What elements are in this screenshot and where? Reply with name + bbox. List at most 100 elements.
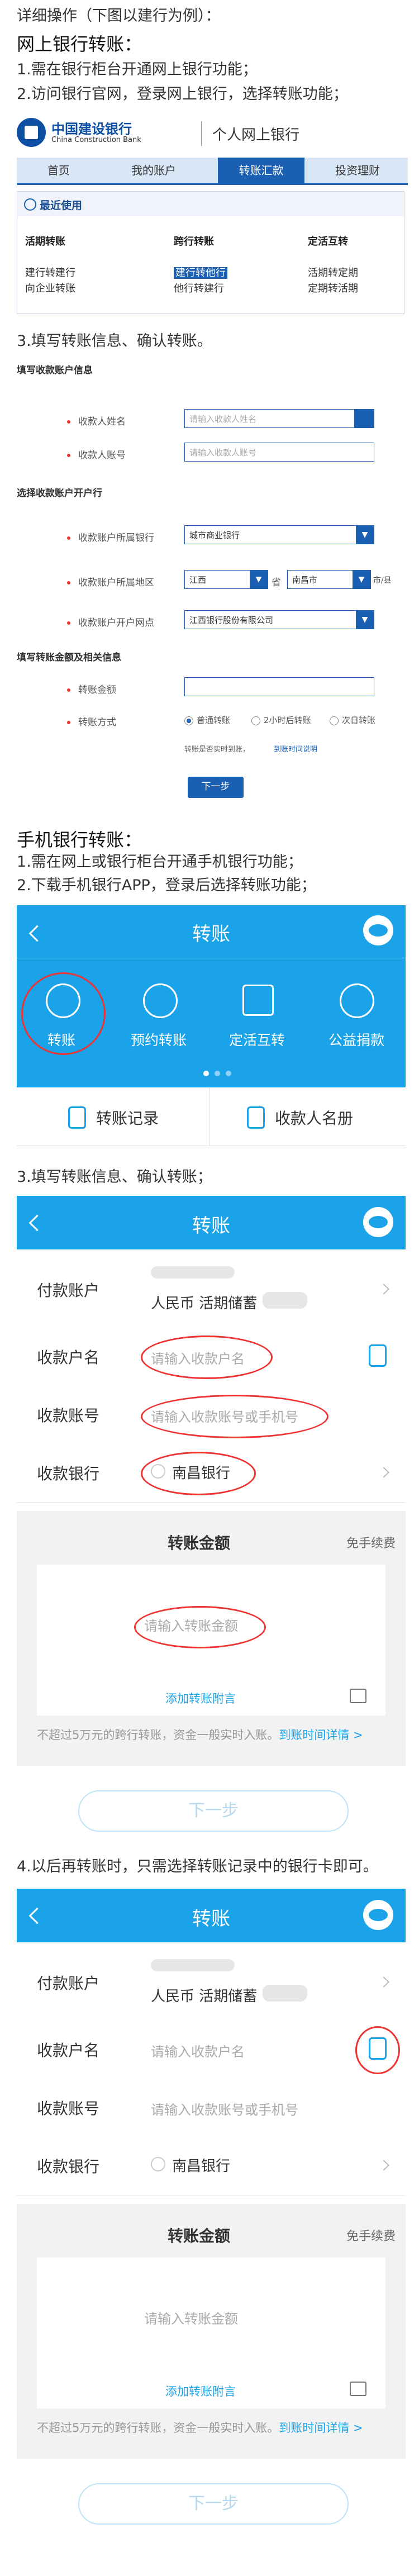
branch-label: 收款账户开户网点 [78,617,154,629]
section-payee-info: 填写收款账户信息 [17,365,93,376]
arrival-time-link[interactable]: 到账时间说明 [274,743,317,754]
amount-title: 转账金额 [168,2227,231,2245]
method-label: 转账方式 [78,717,116,728]
col-head: 跨行转账 [174,236,214,248]
pay-account-label: 付款账户 [37,1281,100,1300]
transfer-note: 不超过5万元的跨行转账，资金一般实时入账。到账时间详情 > [37,1727,385,1743]
ccb-logo-icon [17,118,46,147]
highlight-oval [141,1335,273,1379]
payee-book-icon[interactable] [369,1344,387,1367]
highlight-oval [141,1395,328,1438]
memo-link[interactable]: 添加转账附言 [165,1690,236,1707]
intro-text: 详细操作（下图以建行为例）： [17,7,221,25]
assistant-icon[interactable] [363,915,393,945]
payee-account-input[interactable]: 请输入收款账号或手机号 [151,2099,298,2118]
divider [201,121,202,146]
city-value: 南昌市 [292,575,318,585]
charity-icon[interactable] [340,983,374,1018]
city-select[interactable]: 南昌市 ▼ [287,570,371,589]
payee-name-row: 收款户名 请输入收款户名 [17,1328,406,1386]
page-dot [203,1071,209,1076]
required-dot [67,721,70,724]
chevron-right-icon [378,1976,389,1988]
branch-value: 江西银行股份有限公司 [189,615,274,625]
required-dot [67,581,70,584]
link-ccb-to-other[interactable]: 建行转他行 [174,267,227,279]
branch-select[interactable]: 江西银行股份有限公司 ▼ [184,610,374,629]
payee-account-input[interactable]: 请输入收款人账号 [184,443,374,462]
nav-my-account[interactable]: 我的账户 [112,158,196,183]
province-select[interactable]: 江西 ▼ [184,570,268,589]
link-to-company[interactable]: 向企业转账 [25,283,75,294]
bank-select[interactable]: 城市商业银行 ▼ [184,525,374,544]
bank-select-value: 城市商业银行 [189,530,240,540]
link-current-to-fixed[interactable]: 活期转定期 [308,267,358,279]
nav-invest[interactable]: 投资理财 [313,158,402,183]
required-dot [67,454,70,457]
web-next-button[interactable]: 下一步 [188,777,244,798]
method-2h: 2小时后转账 [264,715,311,725]
assistant-icon[interactable] [363,1900,393,1930]
method-next-day: 次日转账 [342,715,376,725]
contacts-icon[interactable] [354,410,374,427]
mobile-transfer-home: 转账 转账 预约转账 定活互转 公益捐款 [17,905,406,1087]
step-3-mobile: 3.填写转账信息、确认转账； [17,1168,212,1186]
fixed-current-icon[interactable] [242,985,274,1016]
scheduled-transfer-icon[interactable] [143,983,178,1018]
link-other-to-ccb[interactable]: 他行转建行 [174,283,224,294]
chevron-down-icon: ▼ [356,611,374,629]
web-step-2: 2.访问银行官网，登录网上银行，选择转账功能； [17,85,348,103]
chevron-right-icon [378,1284,389,1295]
keyboard-icon[interactable] [350,1689,366,1703]
payee-account-label: 收款账号 [37,1406,100,1425]
payee-name-input[interactable]: 请输入收款户名 [151,2041,245,2060]
payee-name-input[interactable]: 请输入收款人姓名 [184,409,374,428]
nav-transfer[interactable]: 转账汇款 [218,158,304,183]
icon-label-fixed: 定活互转 [228,1032,285,1048]
note-text: 不超过5万元的跨行转账，资金一般实时入账。 [37,2421,279,2435]
col-current: 活期转账 建行转建行 向企业转账 [25,234,75,297]
mobile-next-button[interactable]: 下一步 [78,1790,349,1832]
panel-title: 最近使用 [40,199,83,212]
mobile-next-button-2[interactable]: 下一步 [78,2483,349,2525]
amount-input[interactable]: 请输入转账金额 [144,2308,238,2327]
payee-bank-value: 南昌银行 [172,2158,231,2175]
payee-account-label: 收款账号 [37,2099,100,2118]
pay-account-row[interactable]: 付款账户 人民币 活期储蓄 [17,1249,406,1328]
amount-input[interactable] [184,677,374,696]
realtime-hint: 转账是否实时到账， [184,745,250,754]
mobile-step-1: 1.需在网上或银行柜台开通手机银行功能； [17,853,303,871]
chevron-down-icon: ▼ [356,526,374,544]
mobile-form-header: 转账 [17,1196,406,1249]
radio-next-day[interactable] [330,716,339,725]
step-4: 4.以后再转账时，只需选择转账记录中的银行卡即可。 [17,1858,378,1875]
payee-bank-row-2[interactable]: 收款银行 南昌银行 [17,2137,406,2195]
mobile-form2-header: 转账 [17,1889,406,1942]
logo-cn: 中国建设银行 [51,121,132,137]
amount-box: 请输入转账金额 添加转账附言 [37,2257,385,2408]
radio-2h[interactable] [251,716,260,725]
records-button[interactable]: 转账记录 [17,1087,210,1146]
chevron-right-icon [378,1467,389,1478]
radio-normal[interactable] [184,716,193,725]
payees-button[interactable]: 收款人名册 [210,1087,406,1146]
payee-bank-row[interactable]: 收款银行 南昌银行 [17,1444,406,1503]
keyboard-icon[interactable] [350,2382,366,2396]
memo-link[interactable]: 添加转账附言 [165,2383,236,2399]
chevron-right-icon [378,2160,389,2171]
link-fixed-to-current[interactable]: 定期转活期 [308,283,358,294]
nav-home[interactable]: 首页 [17,158,101,183]
pay-account-value: 人民币 活期储蓄 [151,1988,258,2005]
required-dot [67,688,70,692]
assistant-icon[interactable] [363,1207,393,1237]
link-ccb-to-ccb[interactable]: 建行转建行 [25,267,75,279]
pay-account-label: 付款账户 [37,1974,100,1993]
fee-label: 免手续费 [346,1537,396,1551]
icon-label-charity: 公益捐款 [328,1032,384,1048]
web-step-1: 1.需在银行柜台开通网上银行功能； [17,61,258,78]
arrival-details-link[interactable]: 到账时间详情 > [279,1728,363,1742]
highlight-oval [141,1452,256,1495]
arrival-details-link[interactable]: 到账时间详情 > [279,2421,363,2435]
pay-account-row-2[interactable]: 付款账户 人民币 活期储蓄 [17,1942,406,2021]
payee-name-row-2: 收款户名 请输入收款户名 [17,2021,406,2079]
